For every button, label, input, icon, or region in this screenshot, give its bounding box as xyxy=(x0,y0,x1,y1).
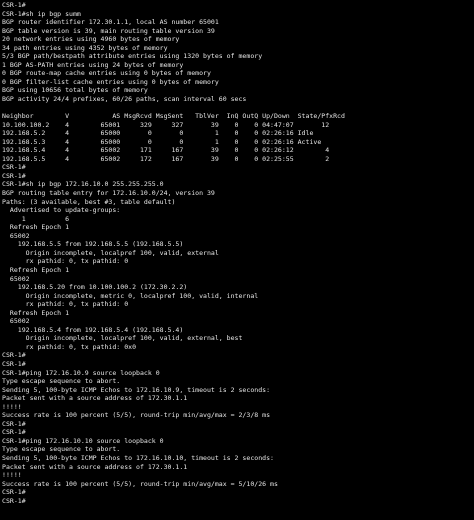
terminal-line: 192.168.5.4 4 65002 171 167 39 0 0 02:26… xyxy=(2,146,330,155)
terminal-line: Success rate is 100 percent (5/5), round… xyxy=(2,479,278,488)
terminal-line: 65002 xyxy=(2,317,30,326)
terminal-line: CSR-1# xyxy=(2,163,26,172)
terminal-line: 5/3 BGP path/bestpath attribute entries … xyxy=(2,52,263,61)
terminal-line: 192.168.5.3 4 65000 0 0 1 0 0 02:26:16 A… xyxy=(2,137,322,146)
terminal-line: BGP activity 24/4 prefixes, 60/26 paths,… xyxy=(2,95,247,104)
terminal-line: 1 BGP AS-PATH entries using 24 bytes of … xyxy=(2,60,184,69)
terminal-line: 34 path entries using 4352 bytes of memo… xyxy=(2,43,168,52)
terminal-line: Sending 5, 100-byte ICMP Echos to 172.16… xyxy=(2,385,271,394)
terminal-line: 192.168.5.20 from 10.100.100.2 (172.30.2… xyxy=(2,283,188,292)
terminal-line: rx pathid: 0, tx pathid: 0 xyxy=(2,257,129,266)
terminal-line: Type escape sequence to abort. xyxy=(2,445,121,454)
terminal-line: CSR-1#sh ip bgp summ xyxy=(2,9,81,18)
terminal-line: BGP routing table entry for 172.16.10.0/… xyxy=(2,189,215,198)
terminal-line: CSR-1# xyxy=(2,496,26,505)
terminal-line: CSR-1#sh ip bgp 172.16.10.0 255.255.255.… xyxy=(2,180,164,189)
terminal-line: 192.168.5.2 4 65000 0 0 1 0 0 02:26:16 I… xyxy=(2,129,314,138)
terminal-line: rx pathid: 0, tx pathid: 0x0 xyxy=(2,342,137,351)
terminal-line: Packet sent with a source address of 172… xyxy=(2,462,188,471)
terminal-line: !!!!! xyxy=(2,471,22,480)
terminal-line: CSR-1# xyxy=(2,488,26,497)
terminal-line: Advertised to update-groups: xyxy=(2,206,121,215)
terminal-line: !!!!! xyxy=(2,402,22,411)
terminal-line: BGP router identifier 172.30.1.1, local … xyxy=(2,18,219,27)
terminal-line: Origin incomplete, localpref 100, valid,… xyxy=(2,248,219,257)
terminal-line: BGP using 10656 total bytes of memory xyxy=(2,86,148,95)
terminal-line: Type escape sequence to abort. xyxy=(2,377,121,386)
terminal-line: CSR-1#ping 172.16.10.9 source loopback 0 xyxy=(2,368,160,377)
terminal-line: CSR-1# xyxy=(2,428,26,437)
terminal-line: Paths: (3 available, best #3, table defa… xyxy=(2,197,176,206)
terminal-line: CSR-1# xyxy=(2,351,26,360)
terminal-line: 20 network entries using 4960 bytes of m… xyxy=(2,35,180,44)
terminal-line: 65002 xyxy=(2,231,30,240)
terminal-line: 10.100.100.2 4 65001 329 327 39 0 0 04:4… xyxy=(2,120,330,129)
terminal-line: CSR-1#ping 172.16.10.10 source loopback … xyxy=(2,436,164,445)
terminal-line: 1 6 xyxy=(2,214,70,223)
terminal-line: Refresh Epoch 1 xyxy=(2,308,70,317)
terminal-line: 192.168.5.5 4 65002 172 167 39 0 0 02:25… xyxy=(2,154,330,163)
terminal-line: CSR-1# xyxy=(2,359,26,368)
terminal-line: Packet sent with a source address of 172… xyxy=(2,394,188,403)
terminal-line: Sending 5, 100-byte ICMP Echos to 172.16… xyxy=(2,453,274,462)
terminal-line: rx pathid: 0, tx pathid: 0 xyxy=(2,300,129,309)
terminal-line: Neighbor V AS MsgRcvd MsgSent TblVer InQ… xyxy=(2,112,345,121)
terminal-line: Origin incomplete, localpref 100, valid,… xyxy=(2,334,243,343)
terminal-line: Refresh Epoch 1 xyxy=(2,265,70,274)
terminal-line: 192.168.5.5 from 192.168.5.5 (192.168.5.… xyxy=(2,240,184,249)
terminal-line: CSR-1# xyxy=(2,419,26,428)
terminal-line: Origin incomplete, metric 0, localpref 1… xyxy=(2,291,259,300)
terminal-line: 192.168.5.4 from 192.168.5.4 (192.168.5.… xyxy=(2,325,184,334)
terminal-output[interactable]: CSR-1# CSR-1#sh ip bgp summ BGP router ide… xyxy=(0,0,474,520)
terminal-line: 0 BGP filter-list cache entries using 0 … xyxy=(2,77,219,86)
terminal-line: CSR-1# xyxy=(2,171,26,180)
terminal-line: Success rate is 100 percent (5/5), round… xyxy=(2,411,271,420)
terminal-line: 0 BGP route-map cache entries using 0 by… xyxy=(2,69,211,78)
terminal-line: Refresh Epoch 1 xyxy=(2,223,70,232)
terminal-line: 65002 xyxy=(2,274,30,283)
terminal-line: CSR-1# xyxy=(2,1,26,9)
terminal-line: BGP table version is 39, main routing ta… xyxy=(2,26,215,35)
